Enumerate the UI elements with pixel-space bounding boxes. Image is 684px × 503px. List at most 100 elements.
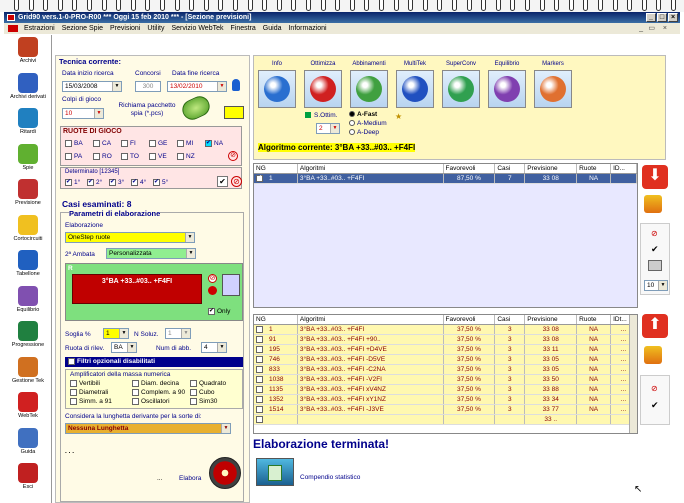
determinato-5[interactable]: ✔ 5°	[153, 179, 168, 186]
ruota-to[interactable]: TO	[121, 153, 139, 160]
table-row[interactable]: 1352 3°BA +33..#03.. +F4FI xY1NZ 37,50 % 3 3…	[254, 395, 637, 405]
child-close-button[interactable]: ×	[663, 23, 667, 34]
ruota-mi[interactable]: MI	[177, 140, 193, 147]
table-row[interactable]: 1 3°BA +33..#03.. +F4FI 37,50 % 3 33 08 NA...	[254, 325, 637, 335]
sidebar-item-cortocircuiti[interactable]: Cortocircuiti	[4, 214, 52, 242]
amplificatore-checkbox[interactable]	[190, 380, 197, 387]
compendio-button[interactable]	[256, 458, 294, 486]
column-header[interactable]: Previsione	[525, 315, 578, 324]
column-header[interactable]: Algoritmi	[298, 315, 444, 324]
row-checkbox[interactable]	[256, 325, 263, 333]
menu-item-previsioni[interactable]: Previsioni	[110, 25, 140, 32]
sidebar-item-equilibrio[interactable]: Equilibrio	[4, 285, 52, 313]
amplificatore-diametrali[interactable]: Diametrali	[70, 389, 108, 396]
row-checkbox[interactable]	[256, 415, 263, 423]
determinato-checkbox[interactable]: ✔	[109, 179, 116, 186]
colpi-field[interactable]: 10 ▼	[62, 108, 104, 119]
menu-item-informazioni[interactable]: Informazioni	[288, 25, 326, 32]
sidebar-item-tabellone[interactable]: Tabellone	[4, 250, 52, 277]
amplificatore-checkbox[interactable]	[70, 398, 77, 405]
sidebar-item-archivi-derivati[interactable]: Archivi derivati	[4, 72, 52, 100]
stop-icon[interactable]: ⊘	[651, 384, 658, 393]
child-restore-button[interactable]: ▭	[648, 23, 655, 34]
column-header[interactable]: ID...	[611, 164, 637, 173]
row-checkbox[interactable]	[256, 365, 263, 373]
elabora-button[interactable]	[209, 457, 241, 489]
amplificatore-checkbox[interactable]	[132, 389, 139, 396]
ruota-checkbox[interactable]: ✔	[205, 140, 212, 147]
ruota-rilev-select[interactable]: BA ▼	[111, 342, 137, 353]
menu-item-guida[interactable]: Guida	[263, 25, 282, 32]
amplificatore-checkbox[interactable]	[70, 389, 77, 396]
child-minimize-button[interactable]: _	[639, 23, 643, 34]
filtri-checkbox[interactable]	[68, 357, 75, 365]
maximize-button[interactable]: □	[657, 13, 667, 22]
column-header[interactable]: NG	[254, 315, 298, 324]
sidebar-item-progressione[interactable]: Progressione	[4, 321, 52, 348]
tool-button-multitek[interactable]	[396, 70, 434, 108]
check-icon[interactable]: ✔	[651, 244, 659, 255]
column-header[interactable]: Favorevoli	[444, 315, 496, 324]
sidebar-item-archivi[interactable]: Archivi	[4, 37, 52, 64]
amplificatore-checkbox[interactable]	[132, 380, 139, 387]
info-pen-icon[interactable]	[232, 79, 240, 91]
table-row[interactable]: 1514 3°BA +33..#03.. +F4FI -J3VE 37,50 % 3 3…	[254, 405, 637, 415]
clear-ruote-icon[interactable]: ⊘	[228, 151, 238, 161]
table-row[interactable]: ✔ 1 3°BA +33..#03.. +F4FI 87,50 % 7 33 08 NA	[254, 174, 637, 184]
ruota-ba[interactable]: BA	[65, 140, 83, 147]
tool-button-markers[interactable]	[534, 70, 572, 108]
lunghetta-select[interactable]: Nessuna Lunghetta ▼	[65, 423, 231, 434]
determinato-4[interactable]: ✔ 4°	[131, 179, 146, 186]
check-icon[interactable]: ✔	[651, 400, 659, 411]
clear-determinato-icon[interactable]: ⊘	[231, 176, 242, 187]
tool-button-equilibrio[interactable]	[488, 70, 526, 108]
column-header[interactable]: Previsione	[525, 164, 578, 173]
ruota-pa[interactable]: PA	[65, 153, 82, 160]
ruota-nz[interactable]: NZ	[177, 153, 195, 160]
sottim-select[interactable]: 2 ▼	[316, 123, 340, 134]
data-fine-field[interactable]: 13/02/2010 ▼	[167, 81, 227, 92]
amplificatore-complem-a-90[interactable]: Complem. a 90	[132, 389, 185, 396]
filtri-bar[interactable]: Filtri opzionali disabilitati	[65, 357, 243, 367]
algorithm-textbox[interactable]: 3°BA +33..#03.. +F4FI	[72, 274, 202, 304]
determinato-checkbox[interactable]: ✔	[65, 179, 72, 186]
table-row[interactable]: 1038 3°BA +33..#03.. +F4FI -V2FI 37,50 % 3 3…	[254, 375, 637, 385]
yellow-color-box[interactable]	[224, 106, 244, 119]
determinato-checkbox[interactable]: ✔	[153, 179, 160, 186]
row-checkbox[interactable]	[256, 355, 263, 363]
concorsi-field[interactable]: 300	[135, 81, 161, 92]
delete-algorithm-icon[interactable]: ⊘	[208, 274, 217, 283]
column-header[interactable]: Casi	[495, 315, 526, 324]
ruota-checkbox[interactable]	[93, 140, 100, 147]
amplificatore-oscillatori[interactable]: Oscillatori	[132, 398, 170, 405]
column-header[interactable]: Favorevoli	[444, 164, 496, 173]
ruota-checkbox[interactable]	[121, 140, 128, 147]
table-row[interactable]: 91 3°BA +33..#03.. +F4FI +90.. 37,50 % 3 33 …	[254, 335, 637, 345]
amplificatore-sim30[interactable]: Sim30	[190, 398, 217, 405]
only-option[interactable]: ✔ Only	[208, 308, 230, 315]
back-arrow-icon[interactable]	[208, 286, 217, 295]
ruota-ca[interactable]: CA	[93, 140, 111, 147]
ruota-ro[interactable]: RO	[93, 153, 112, 160]
ruota-checkbox[interactable]	[65, 140, 72, 147]
ruota-ve[interactable]: VE	[149, 153, 167, 160]
determinato-checkbox[interactable]: ✔	[87, 179, 94, 186]
menu-item-finestra[interactable]: Finestra	[231, 25, 256, 32]
sidebar-item-ritardi[interactable]: Ritardi	[4, 108, 52, 135]
radio-a-medium[interactable]: A-Medium	[349, 120, 387, 127]
move-down-button[interactable]: ⬇	[642, 165, 668, 189]
sidebar-item-esci[interactable]: Esci	[4, 463, 52, 490]
row-checkbox[interactable]	[256, 345, 263, 353]
ruota-ge[interactable]: GE	[149, 140, 167, 147]
amplificatore-checkbox[interactable]	[190, 398, 197, 405]
ruota-na[interactable]: ✔ NA	[205, 140, 223, 147]
amplificatore-cubo[interactable]: Cubo	[190, 389, 215, 396]
amplificatore-checkbox[interactable]	[70, 380, 77, 387]
ruota-fi[interactable]: FI	[121, 140, 136, 147]
stop-icon[interactable]: ⊘	[651, 229, 658, 238]
soglia-select[interactable]: 1 ▼	[103, 328, 129, 339]
menu-item-estrazioni[interactable]: Estrazioni	[24, 25, 55, 32]
ruota-checkbox[interactable]	[93, 153, 100, 160]
table-row[interactable]: 33 ..	[254, 415, 637, 425]
menu-item-utility[interactable]: Utility	[147, 25, 164, 32]
